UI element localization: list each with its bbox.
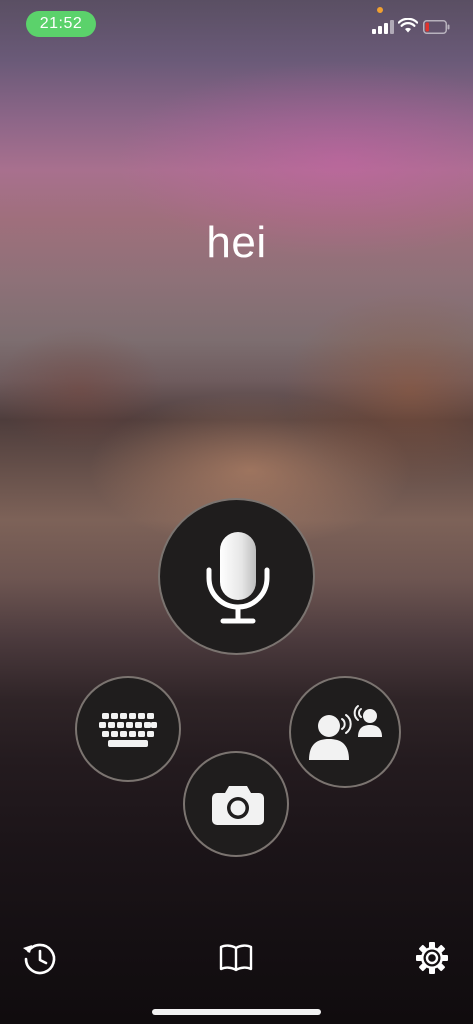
keyboard-icon [99, 713, 157, 747]
recognized-text: hei [206, 218, 267, 267]
camera-icon [212, 786, 264, 825]
keyboard-input-button[interactable] [75, 676, 181, 782]
status-time[interactable]: 21:52 [26, 11, 96, 37]
conversation-mode-button[interactable] [289, 676, 401, 788]
wifi-icon [398, 18, 418, 33]
camera-button[interactable] [183, 751, 289, 857]
microphone-icon [206, 532, 270, 624]
home-indicator[interactable] [152, 1009, 321, 1015]
history-icon[interactable] [21, 940, 57, 976]
conversation-icon [309, 705, 382, 760]
book-icon[interactable] [218, 940, 254, 976]
battery-icon [423, 20, 450, 34]
gear-icon[interactable] [414, 940, 450, 976]
microphone-button[interactable] [158, 498, 315, 655]
privacy-indicator-dot [377, 7, 383, 13]
cellular-signal-icon [372, 20, 394, 34]
